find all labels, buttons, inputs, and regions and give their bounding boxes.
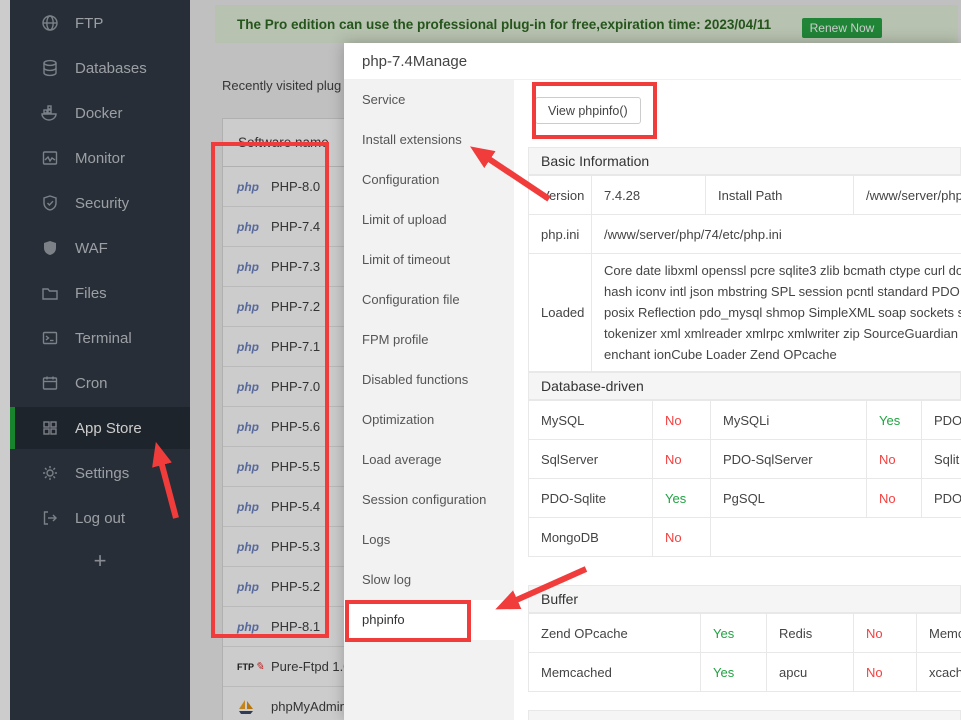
menu-item-session-configuration[interactable]: Session configuration [344,480,514,520]
db-status: No [652,439,711,479]
db-name: MySQLi [710,400,867,440]
buffer-name: xcache [916,652,961,692]
db-name: MongoDB [528,517,653,557]
menu-item-service[interactable]: Service [344,80,514,120]
menu-item-logs[interactable]: Logs [344,520,514,560]
menu-item-slow-log[interactable]: Slow log [344,560,514,600]
modal-content: View phpinfo() Basic Information Version… [514,80,961,720]
loaded-label: Loaded [528,253,592,372]
loaded-line: Core date libxml openssl pcre sqlite3 zl… [604,263,961,278]
db-name: PDO-Sqlite [528,478,653,518]
menu-item-install-extensions[interactable]: Install extensions [344,120,514,160]
version-label: Version [528,175,592,215]
database-driven-table: MySQL No MySQLi Yes PDO SqlServer No PDO… [528,400,961,557]
db-empty-cell [710,517,961,557]
php-manage-modal: php-7.4Manage Service Install extensions… [344,43,961,720]
buffer-status: Yes [700,652,767,692]
modal-menu: Service Install extensions Configuration… [344,80,514,720]
section-basic-information: Basic Information [528,147,961,175]
menu-item-fpm-profile[interactable]: FPM profile [344,320,514,360]
version-value: 7.4.28 [591,175,706,215]
loaded-line: enchant ionCube Loader Zend OPcache [604,347,837,362]
db-name: PgSQL [710,478,867,518]
db-status: No [652,400,711,440]
buffer-name: Zend OPcache [528,613,701,653]
menu-item-phpinfo[interactable]: phpinfo [344,600,514,640]
section-buffer: Buffer [528,585,961,613]
db-status: No [866,439,922,479]
db-status: Yes [866,400,922,440]
buffer-name: apcu [766,652,854,692]
menu-item-configuration-file[interactable]: Configuration file [344,280,514,320]
db-name: SqlServer [528,439,653,479]
menu-item-limit-of-upload[interactable]: Limit of upload [344,200,514,240]
buffer-status: No [853,652,917,692]
buffer-name: Redis [766,613,854,653]
view-phpinfo-button[interactable]: View phpinfo() [535,97,641,124]
loaded-extensions: Core date libxml openssl pcre sqlite3 zl… [591,253,961,372]
buffer-table: Zend OPcache Yes Redis No Memc Memcached… [528,613,961,692]
loaded-line: hash iconv intl json mbstring SPL sessio… [604,284,961,299]
buffer-name: Memc [916,613,961,653]
section-next-partial [528,710,961,720]
phpini-label: php.ini [528,214,592,254]
db-status: Yes [652,478,711,518]
app-screen: FTP Databases Docker Monitor Security WA… [0,0,961,720]
db-status: No [652,517,711,557]
menu-item-limit-of-timeout[interactable]: Limit of timeout [344,240,514,280]
install-path-label: Install Path [705,175,854,215]
db-name: PDO-SqlServer [710,439,867,479]
phpini-value: /www/server/php/74/etc/php.ini [591,214,961,254]
section-database-driven: Database-driven [528,372,961,400]
db-status: No [866,478,922,518]
menu-item-optimization[interactable]: Optimization [344,400,514,440]
menu-item-configuration[interactable]: Configuration [344,160,514,200]
menu-item-load-average[interactable]: Load average [344,440,514,480]
loaded-line: tokenizer xml xmlreader xmlrpc xmlwriter… [604,326,961,341]
buffer-name: Memcached [528,652,701,692]
db-name: PDO [921,400,961,440]
db-name: PDO [921,478,961,518]
install-path-value: /www/server/php [853,175,961,215]
modal-title: php-7.4Manage [344,43,961,80]
buffer-status: No [853,613,917,653]
basic-information-table: Version 7.4.28 Install Path /www/server/… [528,175,961,372]
db-name: MySQL [528,400,653,440]
menu-item-disabled-functions[interactable]: Disabled functions [344,360,514,400]
buffer-status: Yes [700,613,767,653]
loaded-line: posix Reflection pdo_mysql shmop SimpleX… [604,305,961,320]
db-name: Sqlit [921,439,961,479]
